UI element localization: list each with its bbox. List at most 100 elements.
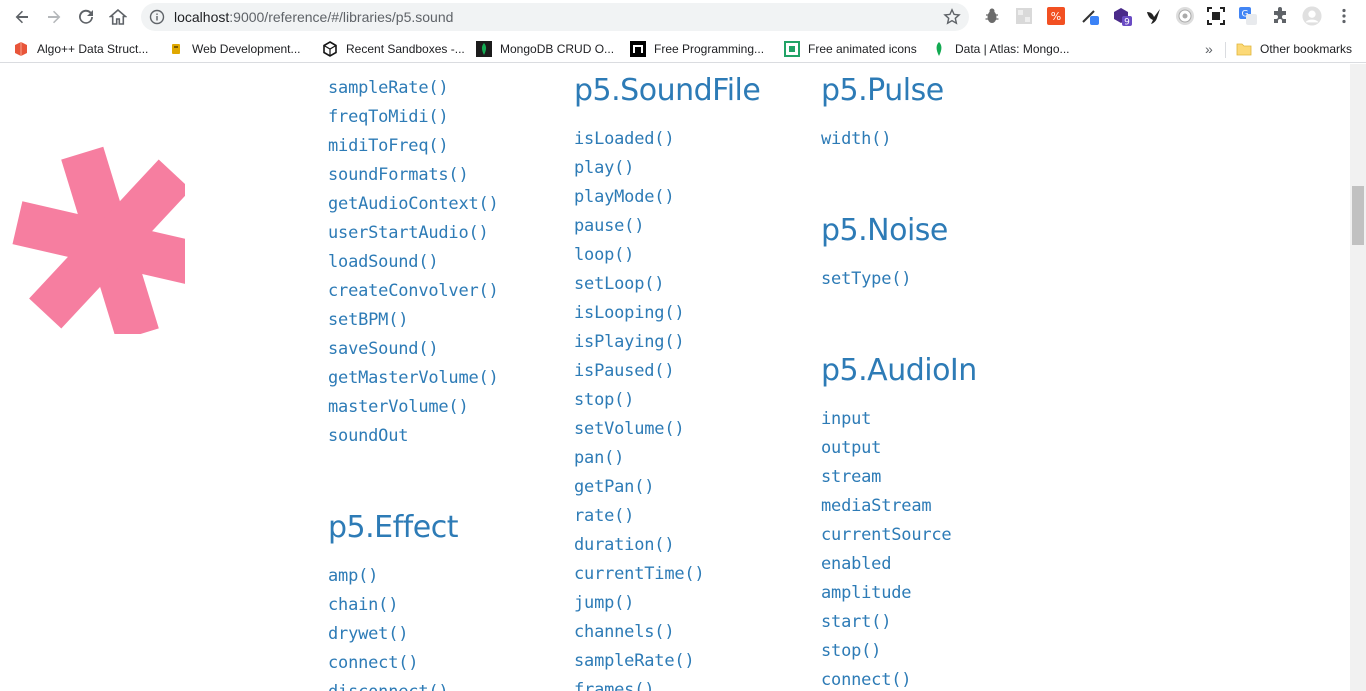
reference-link[interactable]: connect() <box>821 666 977 691</box>
folder-icon <box>1236 43 1252 56</box>
grid-extension-icon[interactable] <box>1014 6 1034 26</box>
reference-link[interactable]: getPan() <box>574 473 760 502</box>
address-bar[interactable]: localhost:9000/reference/#/libraries/p5.… <box>141 3 969 31</box>
reference-link[interactable]: midiToFreq() <box>328 132 499 161</box>
scan-extension-icon[interactable] <box>1206 6 1226 26</box>
reference-link[interactable]: currentSource <box>821 521 977 550</box>
reference-link[interactable]: disconnect() <box>328 678 458 691</box>
reference-link[interactable]: channels() <box>574 618 760 647</box>
reference-link[interactable]: soundFormats() <box>328 161 499 190</box>
reference-link[interactable]: setLoop() <box>574 270 760 299</box>
reload-icon <box>79 9 93 24</box>
effect-section: p5.Effect amp() chain() drywet() connect… <box>328 508 458 691</box>
reference-link[interactable]: amplitude <box>821 579 977 608</box>
reference-link[interactable]: isPaused() <box>574 357 760 386</box>
leaf-icon <box>936 42 942 56</box>
reference-link[interactable]: pause() <box>574 212 760 241</box>
reference-link[interactable]: currentTime() <box>574 560 760 589</box>
reference-link[interactable]: freqToMidi() <box>328 103 499 132</box>
reference-link[interactable]: getAudioContext() <box>328 190 499 219</box>
reference-link[interactable]: enabled <box>821 550 977 579</box>
bird-extension-icon[interactable] <box>1144 6 1164 26</box>
cube-extension-icon[interactable]: 9 <box>1112 6 1132 26</box>
bookmark-label: Free Programming... <box>654 42 765 56</box>
reference-link[interactable]: playMode() <box>574 183 760 212</box>
bookmark-label: Free animated icons <box>808 42 917 56</box>
reference-link[interactable]: setVolume() <box>574 415 760 444</box>
eyedropper-extension-icon[interactable] <box>1080 6 1100 26</box>
reference-link[interactable]: play() <box>574 154 760 183</box>
translate-extension-icon[interactable]: G <box>1238 6 1258 26</box>
reference-link[interactable]: start() <box>821 608 977 637</box>
reference-link[interactable]: mediaStream <box>821 492 977 521</box>
bookmark-item[interactable]: Free Programming... <box>630 40 764 58</box>
info-icon[interactable] <box>149 9 165 25</box>
reference-link[interactable]: chain() <box>328 591 458 620</box>
reference-link[interactable]: output <box>821 434 977 463</box>
reference-link[interactable]: frames() <box>574 676 760 691</box>
section-heading-audioin: p5.AudioIn <box>821 353 977 388</box>
puzzle-extensions-icon[interactable] <box>1270 6 1290 26</box>
reference-link[interactable]: sampleRate() <box>328 74 499 103</box>
reference-link[interactable]: soundOut <box>328 422 499 451</box>
bug-extension-icon[interactable] <box>982 6 1002 26</box>
bookmark-label: Recent Sandboxes -... <box>346 42 465 56</box>
bookmark-label: Web Development... <box>192 42 301 56</box>
reference-link[interactable]: setType() <box>821 265 948 294</box>
reference-link[interactable]: pan() <box>574 444 760 473</box>
back-button[interactable] <box>9 4 35 30</box>
reference-link[interactable]: stop() <box>821 637 977 666</box>
reload-button[interactable] <box>73 4 99 30</box>
reference-link[interactable]: isPlaying() <box>574 328 760 357</box>
forward-button[interactable] <box>41 4 67 30</box>
menu-kebab-icon[interactable] <box>1334 6 1354 26</box>
page-scrollbar[interactable] <box>1350 64 1366 691</box>
reference-link[interactable]: createConvolver() <box>328 277 499 306</box>
reference-link[interactable]: drywet() <box>328 620 458 649</box>
reference-link[interactable]: rate() <box>574 502 760 531</box>
arrow-right-icon <box>48 10 61 24</box>
reference-link[interactable]: isLoaded() <box>574 125 760 154</box>
bookmark-item[interactable]: Web Development... <box>168 40 301 58</box>
reference-link[interactable]: stop() <box>574 386 760 415</box>
other-bookmarks[interactable]: Other bookmarks <box>1236 40 1352 58</box>
reference-link[interactable]: amp() <box>328 562 458 591</box>
audioin-section: p5.AudioIn input output stream mediaStre… <box>821 351 977 691</box>
reference-link[interactable]: setBPM() <box>328 306 499 335</box>
bookmarks-overflow-button[interactable]: » <box>1205 40 1213 58</box>
reference-link[interactable]: getMasterVolume() <box>328 364 499 393</box>
bookmarks-divider <box>1225 42 1226 58</box>
scrollbar-thumb[interactable] <box>1352 186 1364 245</box>
home-icon <box>109 8 127 25</box>
bookmark-label: Data | Atlas: Mongo... <box>955 42 1070 56</box>
svg-text:%: % <box>1051 10 1061 23</box>
bookmark-star-icon[interactable] <box>943 8 961 26</box>
reference-link[interactable]: connect() <box>328 649 458 678</box>
reference-link[interactable]: masterVolume() <box>328 393 499 422</box>
soundfile-section: p5.SoundFile isLoaded() play() playMode(… <box>574 71 761 691</box>
reference-link[interactable]: input <box>821 405 977 434</box>
reference-link[interactable]: jump() <box>574 589 760 618</box>
reference-link[interactable]: userStartAudio() <box>328 219 499 248</box>
bookmark-item[interactable]: Recent Sandboxes -... <box>322 40 465 58</box>
reference-link[interactable]: sampleRate() <box>574 647 760 676</box>
bookmark-item[interactable]: Algo++ Data Struct... <box>13 40 148 58</box>
reference-link[interactable]: width() <box>821 125 944 154</box>
bookmark-item[interactable]: Data | Atlas: Mongo... <box>931 40 1070 58</box>
url-path: :9000/reference/#/libraries/p5.sound <box>229 9 454 25</box>
reference-link[interactable]: saveSound() <box>328 335 499 364</box>
reference-link[interactable]: stream <box>821 463 977 492</box>
reference-link[interactable]: duration() <box>574 531 760 560</box>
freeprog-icon <box>630 41 646 57</box>
reference-link[interactable]: loop() <box>574 241 760 270</box>
percent-extension-icon[interactable]: % <box>1046 6 1066 26</box>
reference-link[interactable]: loadSound() <box>328 248 499 277</box>
reference-link[interactable]: isLooping() <box>574 299 760 328</box>
bookmark-item[interactable]: MongoDB CRUD O... <box>476 40 614 58</box>
bookmark-item[interactable]: Free animated icons <box>784 40 917 58</box>
asterisk-logo <box>12 146 185 334</box>
profile-avatar-icon[interactable] <box>1302 6 1322 26</box>
bookmark-label: MongoDB CRUD O... <box>500 42 615 56</box>
home-button[interactable] <box>105 4 131 30</box>
target-extension-icon[interactable] <box>1175 6 1195 26</box>
